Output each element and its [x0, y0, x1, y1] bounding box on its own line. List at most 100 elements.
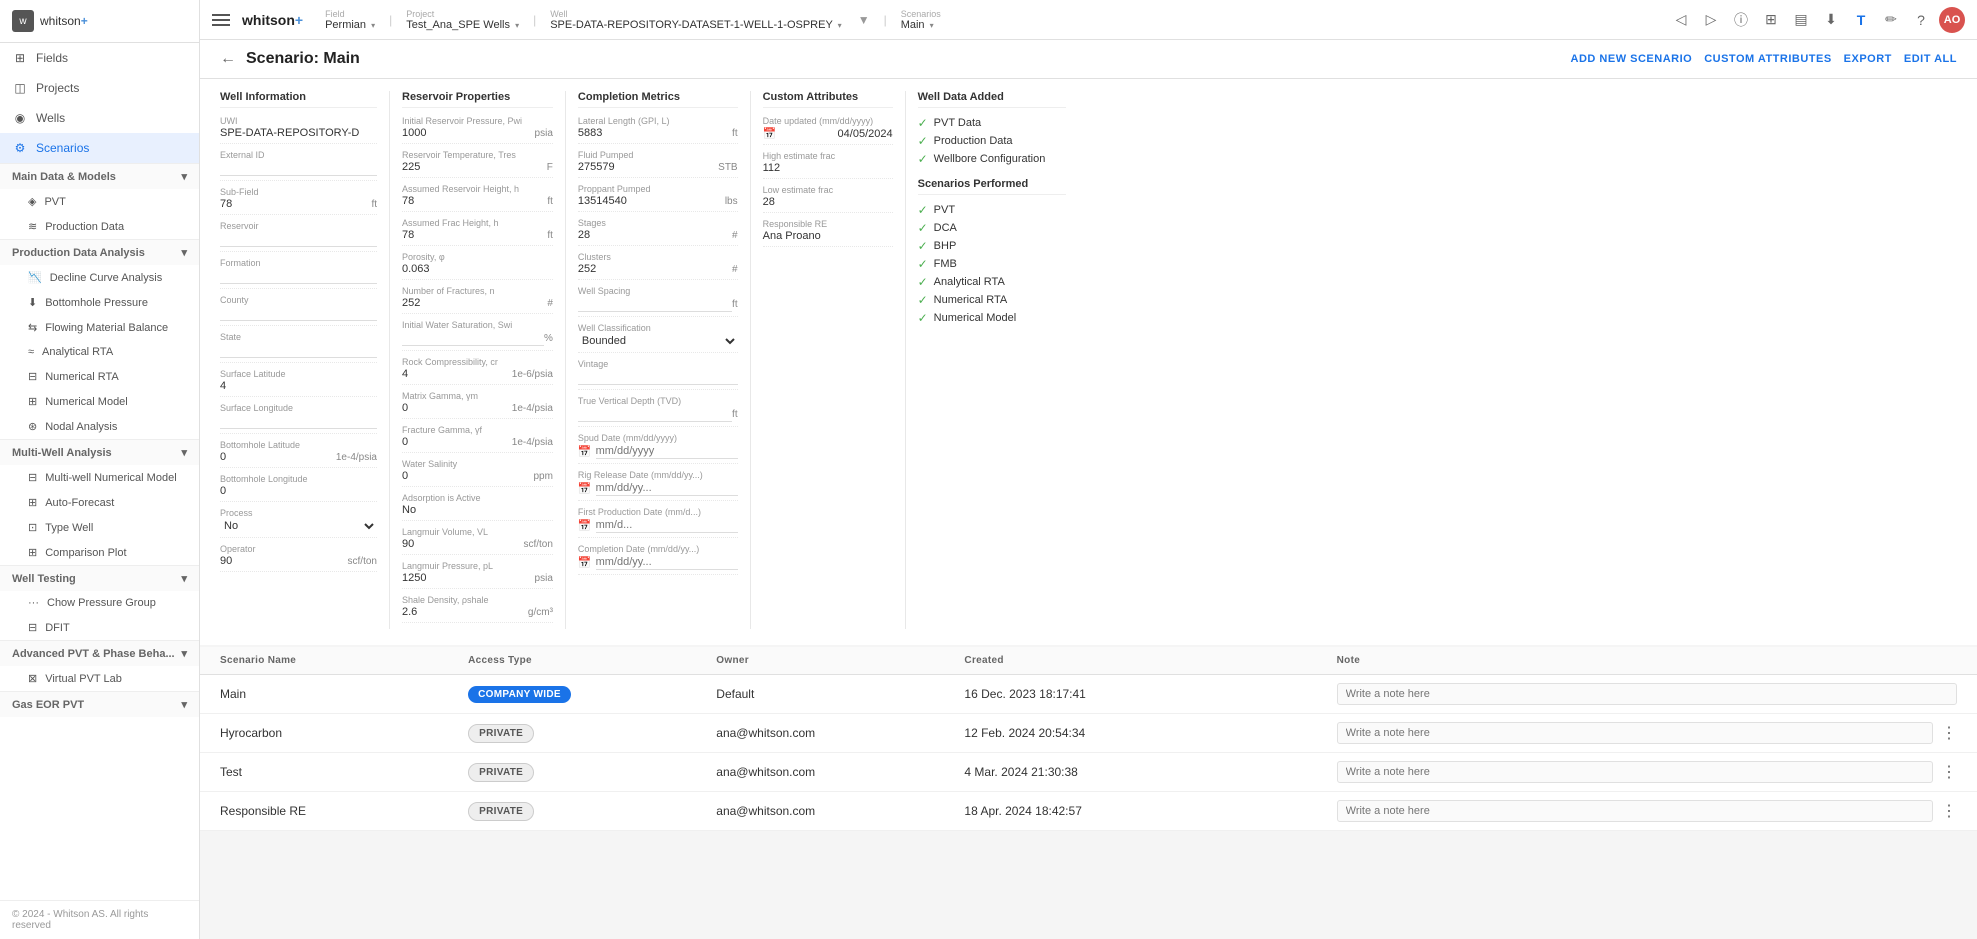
check-bhp-scenario: ✓ BHP: [918, 239, 1066, 253]
sidebar-item-dfit[interactable]: ⊟ DFIT: [0, 615, 199, 640]
sidebar-item-analytical-rta[interactable]: ≈ Analytical RTA: [0, 340, 199, 364]
edit-all-btn[interactable]: EDIT ALL: [1904, 53, 1957, 65]
section-advanced-pvt[interactable]: Advanced PVT & Phase Beha... ▾: [0, 640, 199, 666]
sidebar-item-type-well[interactable]: ⊡ Type Well: [0, 515, 199, 540]
nodal-analysis-icon: ⊛: [28, 420, 37, 433]
completion-metrics-panel: Completion Metrics Lateral Length (GPI, …: [566, 91, 751, 629]
sidebar-item-virtual-pvt[interactable]: ⊠ Virtual PVT Lab: [0, 666, 199, 691]
completion-date-input[interactable]: [596, 555, 738, 570]
more-btn-test[interactable]: ⋮: [1941, 762, 1957, 782]
access-badge-main: COMPANY WIDE: [468, 686, 571, 703]
edit-btn[interactable]: ✏: [1879, 8, 1903, 32]
check-numerical-model-scenario: ✓ Numerical Model: [918, 311, 1066, 325]
logo-text: whitson+: [40, 14, 88, 28]
formation-input[interactable]: [220, 269, 377, 284]
scenarios-selector[interactable]: Scenarios Main ▾: [895, 7, 947, 33]
sidebar-item-numerical-rta[interactable]: ⊟ Numerical RTA: [0, 364, 199, 389]
comp-field-11: First Production Date (mm/d...) 📅: [578, 507, 738, 538]
external-id-input[interactable]: [220, 161, 377, 176]
reservoir-properties-panel: Reservoir Properties Initial Reservoir P…: [390, 91, 566, 629]
sidebar-item-flowing-material[interactable]: ⇆ Flowing Material Balance: [0, 315, 199, 340]
more-btn-hydro[interactable]: ⋮: [1941, 723, 1957, 743]
sidebar-item-auto-forecast[interactable]: ⊞ Auto-Forecast: [0, 490, 199, 515]
help-btn[interactable]: ?: [1909, 8, 1933, 32]
access-badge-re: PRIVATE: [468, 802, 534, 821]
custom-attributes-btn[interactable]: CUSTOM ATTRIBUTES: [1704, 53, 1831, 65]
note-input-hydro[interactable]: [1337, 722, 1933, 744]
sidebar-item-nodal-analysis[interactable]: ⊛ Nodal Analysis: [0, 414, 199, 439]
section-well-testing[interactable]: Well Testing ▾: [0, 565, 199, 591]
note-input-test[interactable]: [1337, 761, 1933, 783]
sidebar-item-chow-pressure[interactable]: ··· Chow Pressure Group: [0, 591, 199, 615]
sidebar-item-wells[interactable]: ◉ Wells: [0, 103, 199, 133]
state-input[interactable]: [220, 343, 377, 358]
reservoir-input[interactable]: [220, 232, 377, 247]
section-gas-eor[interactable]: Gas EOR PVT ▾: [0, 691, 199, 717]
field-surface-longitude: Surface Longitude: [220, 403, 377, 434]
custom-field-1: High estimate frac 112: [763, 151, 893, 179]
access-badge-test: PRIVATE: [468, 763, 534, 782]
more-btn-re[interactable]: ⋮: [1941, 801, 1957, 821]
arrow-right-btn[interactable]: ▷: [1699, 8, 1723, 32]
rig-release-input[interactable]: [596, 481, 738, 496]
wells-icon: ◉: [12, 110, 28, 126]
grid-btn[interactable]: ⊞: [1759, 8, 1783, 32]
chevron-down-icon-2: ▾: [181, 246, 187, 259]
sidebar-item-projects[interactable]: ◫ Projects: [0, 73, 199, 103]
field-selector[interactable]: Field Permian ▾: [319, 7, 381, 33]
user-avatar[interactable]: AO: [1939, 7, 1965, 33]
add-new-scenario-btn[interactable]: ADD NEW SCENARIO: [1571, 53, 1693, 65]
project-selector[interactable]: Project Test_Ana_SPE Wells ▾: [400, 7, 525, 33]
sidebar-item-fields[interactable]: ⊞ Fields: [0, 43, 199, 73]
sidebar-item-bottomhole-pressure[interactable]: ⬇ Bottomhole Pressure: [0, 290, 199, 315]
main-content: whitson+ Field Permian ▾ | Project Test_…: [200, 0, 1977, 939]
well-classification-select[interactable]: BoundedInfinite: [578, 334, 738, 348]
hamburger-menu[interactable]: [212, 10, 232, 30]
note-input-re[interactable]: [1337, 800, 1933, 822]
table-btn[interactable]: ▤: [1789, 8, 1813, 32]
sidebar-item-pvt[interactable]: ◈ PVT: [0, 189, 199, 214]
comp-field-6: Well Classification BoundedInfinite: [578, 323, 738, 353]
field-operator: Operator 90 scf/ton: [220, 544, 377, 572]
well-selector[interactable]: Well SPE-DATA-REPOSITORY-DATASET-1-WELL-…: [544, 7, 847, 33]
tvd-input[interactable]: [578, 407, 732, 422]
well-spacing-input[interactable]: [578, 297, 732, 312]
back-button[interactable]: ←: [220, 50, 236, 68]
arrow-left-btn[interactable]: ◁: [1669, 8, 1693, 32]
water-sat-input[interactable]: [402, 331, 544, 346]
county-input[interactable]: [220, 306, 377, 321]
surface-longitude-input[interactable]: [220, 414, 377, 429]
field-process: Process NoYes: [220, 508, 377, 538]
info-btn[interactable]: ⓘ: [1729, 8, 1753, 32]
check-icon-prod: ✓: [918, 134, 928, 148]
sidebar-item-comparison-plot[interactable]: ⊞ Comparison Plot: [0, 540, 199, 565]
comp-field-7: Vintage: [578, 359, 738, 390]
first-prod-input[interactable]: [596, 518, 738, 533]
text-format-btn[interactable]: T: [1849, 8, 1873, 32]
well-information-title: Well Information: [220, 91, 377, 108]
export-btn[interactable]: EXPORT: [1844, 53, 1892, 65]
flowing-material-icon: ⇆: [28, 321, 37, 334]
sidebar-item-numerical-model[interactable]: ⊞ Numerical Model: [0, 389, 199, 414]
sidebar-item-decline-curve[interactable]: 📉 Decline Curve Analysis: [0, 265, 199, 290]
spud-date-input[interactable]: [596, 444, 738, 459]
process-select[interactable]: NoYes: [220, 519, 377, 533]
vintage-input[interactable]: [578, 370, 738, 385]
section-main-data[interactable]: Main Data & Models ▾: [0, 163, 199, 189]
field-dropdown-arrow: ▾: [371, 21, 375, 30]
section-production-analysis[interactable]: Production Data Analysis ▾: [0, 239, 199, 265]
sidebar-item-production-data[interactable]: ≋ Production Data: [0, 214, 199, 239]
comp-field-0: Lateral Length (GPI, L) 5883 ft: [578, 116, 738, 144]
section-multi-well[interactable]: Multi-Well Analysis ▾: [0, 439, 199, 465]
note-input-main[interactable]: [1337, 683, 1957, 705]
check-icon-nm: ✓: [918, 311, 928, 325]
chevron-down-icon: ▾: [181, 170, 187, 183]
sidebar-item-multi-well-numerical[interactable]: ⊟ Multi-well Numerical Model: [0, 465, 199, 490]
field-external-id: External ID: [220, 150, 377, 181]
res-field-4: Porosity, φ 0.063: [402, 252, 553, 280]
download-btn[interactable]: ⬇: [1819, 8, 1843, 32]
calendar-icon-spud: 📅: [578, 445, 592, 458]
calendar-icon-rig: 📅: [578, 482, 592, 495]
sidebar-item-scenarios[interactable]: ⚙ Scenarios: [0, 133, 199, 163]
chow-pressure-icon: ···: [28, 597, 39, 609]
